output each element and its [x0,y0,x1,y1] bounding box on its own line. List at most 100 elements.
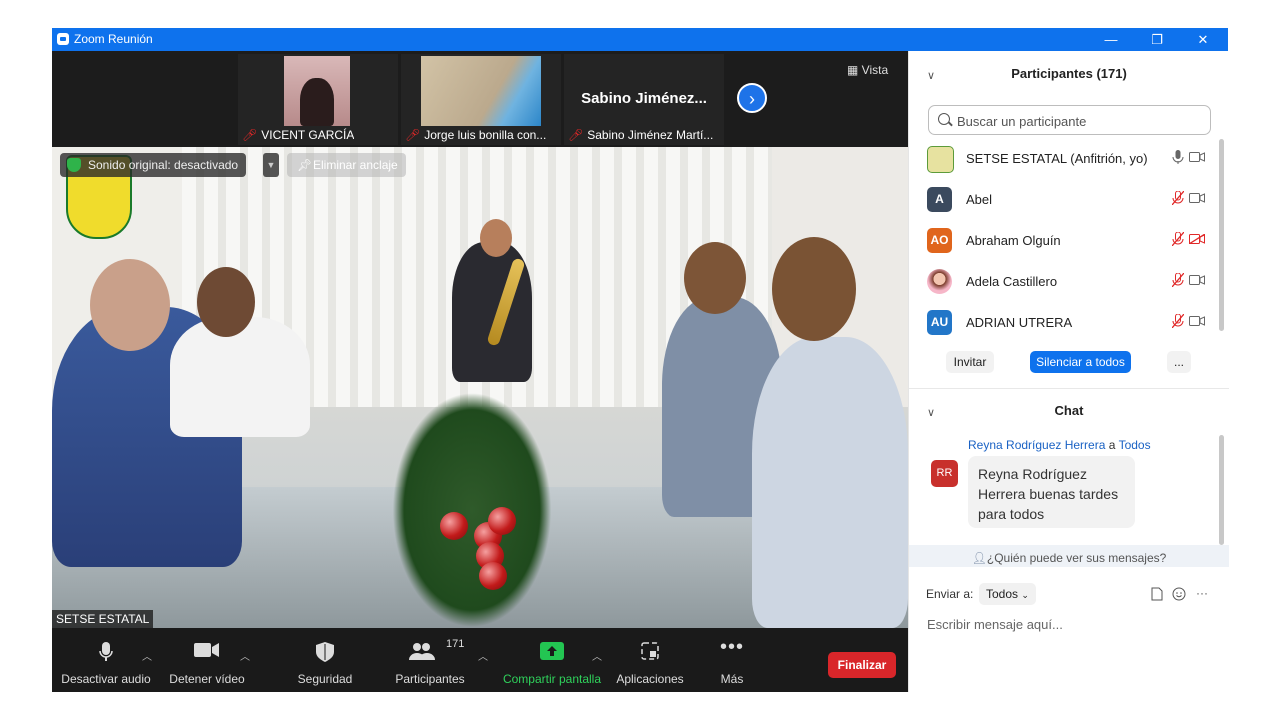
participants-more-button[interactable]: ... [1167,351,1191,373]
mute-audio-button[interactable]: Desactivar audio [60,628,152,692]
participant-search[interactable] [928,105,1211,135]
close-button[interactable]: ✕ [1180,28,1226,51]
end-meeting-button[interactable]: Finalizar [828,652,896,678]
share-screen-button[interactable]: Compartir pantalla [500,628,604,692]
share-screen-icon [540,642,564,660]
avatar [927,269,952,294]
avatar: AU [927,310,952,335]
invite-button[interactable]: Invitar [946,351,994,373]
chevron-down-icon: ▼ [266,160,276,170]
sound-options-dropdown[interactable]: ▼ [263,153,279,177]
who-can-see-link[interactable]: 👤︎¿Quién puede ver sus mensajes? [909,551,1229,565]
thumb-video-image [284,56,350,126]
mute-all-button[interactable]: Silenciar a todos [1030,351,1131,373]
video-thumb[interactable]: Sabino Jiménez... 🎤︎ Sabino Jiménez Martí… [564,54,724,145]
participant-row[interactable]: SETSE ESTATAL (Anfitrión, yo) [927,144,1217,174]
mic-muted-icon: 🎤︎ [568,128,584,142]
shield-icon [316,642,334,662]
thumb-name: Jorge luis bonilla con... [424,128,547,142]
original-sound-toggle[interactable]: Sonido original: desactivado [60,153,247,177]
search-icon [938,113,950,125]
chat-message: Reyna Rodríguez Herrera buenas tardes pa… [968,456,1135,528]
video-off-icon[interactable] [1189,234,1205,244]
apps-icon [641,642,659,660]
thumb-name: Sabino Jiménez Martí... [587,128,714,142]
avatar [927,146,954,173]
view-button[interactable]: ▦ Vista [847,63,888,77]
mic-muted-icon: 🎤︎ [405,128,421,142]
mic-muted-icon[interactable] [1172,273,1184,287]
participant-row[interactable]: A Abel [927,185,1217,215]
participant-search-input[interactable] [955,111,1199,131]
window-title-bar: Zoom Reunión — ❐ ✕ [52,28,1228,51]
minimize-button[interactable]: — [1088,28,1134,51]
video-thumb[interactable]: 🎤︎ Jorge luis bonilla con... [401,54,561,145]
mic-muted-icon: 🎤︎ [242,128,258,142]
send-to-label: Enviar a: [926,587,974,601]
video-camera-icon[interactable] [1189,193,1205,203]
person-right-front [752,337,908,628]
thumb-display-name: Sabino Jiménez... [581,90,707,107]
mic-muted-icon[interactable] [1172,232,1184,246]
person-lock-icon: 👤︎ [971,551,987,565]
remove-pin-button[interactable]: 📌︎ Eliminar anclaje [287,153,406,177]
participant-row[interactable]: AO Abraham Olguín [927,226,1217,256]
meeting-toolbar: Desactivar audio ︿ Detener vídeo ︿ Segur… [52,628,908,692]
emoji-icon[interactable] [1172,587,1186,601]
video-thumb[interactable]: 🎤︎ VICENT GARCÍA [238,54,398,145]
chat-title: Chat [1054,403,1084,418]
more-dots-icon: ••• [719,636,745,658]
chat-sender[interactable]: Reyna Rodríguez Herrera [968,438,1105,452]
mic-muted-icon[interactable] [1172,191,1184,205]
participants-scrollbar[interactable] [1219,139,1224,331]
christmas-garland [392,392,552,628]
video-camera-icon[interactable] [1189,275,1205,285]
participants-icon [409,643,435,660]
thumb-name: VICENT GARCÍA [261,128,355,142]
pin-icon: 📌︎ [297,158,313,172]
audio-options-caret[interactable]: ︿ [142,648,152,663]
avatar: AO [927,228,952,253]
participant-row[interactable]: Adela Castillero [927,267,1217,297]
security-button[interactable]: Seguridad [284,628,366,692]
video-camera-icon [194,643,219,657]
participants-options-caret[interactable]: ︿ [478,648,488,663]
person-left-back [170,317,310,437]
restore-button[interactable]: ❐ [1134,28,1180,51]
participant-row[interactable]: AU ADRIAN UTRERA [927,308,1217,338]
participants-title: Participantes (171) [1011,66,1127,81]
chat-recipient[interactable]: Todos [1119,438,1151,452]
more-button[interactable]: ••• Más [704,628,760,692]
file-icon[interactable] [1151,587,1163,601]
participants-button[interactable]: 171 Participantes [388,628,472,692]
send-to-dropdown[interactable]: Todos ⌄ [979,583,1036,605]
microphone-icon[interactable] [1172,150,1184,164]
person-silhouette [300,78,334,126]
divider [909,388,1229,389]
zoom-logo-icon [57,33,69,45]
main-video: Sonido original: desactivado ▼ 📌︎ Elimina… [52,147,908,628]
stop-video-button[interactable]: Detener vídeo [164,628,250,692]
apps-button[interactable]: Aplicaciones [612,628,688,692]
chat-message-header: Reyna Rodríguez Herrera a Todos [968,438,1151,452]
chat-more-icon[interactable]: ··· [1196,586,1208,600]
avatar: A [927,187,952,212]
grid-icon: ▦ [847,63,862,77]
shield-check-icon [67,158,81,172]
meeting-area: 🎤︎ VICENT GARCÍA 🎤︎ Jorge luis bonilla con… [52,51,908,692]
thumb-video-image [421,56,541,126]
chat-scrollbar[interactable] [1219,435,1224,545]
next-page-button[interactable]: › [737,83,767,113]
chat-message-input[interactable] [925,613,1219,635]
avatar: RR [931,460,958,487]
video-options-caret[interactable]: ︿ [240,648,250,663]
video-camera-icon[interactable] [1189,152,1205,162]
participants-count: 171 [446,638,465,650]
speaker-name: SETSE ESTATAL [52,610,154,628]
video-camera-icon[interactable] [1189,316,1205,326]
chevron-down-icon: ⌄ [1021,590,1029,600]
share-options-caret[interactable]: ︿ [592,648,602,663]
microphone-icon [99,642,113,661]
mic-muted-icon[interactable] [1172,314,1184,328]
window-title: Zoom Reunión [74,32,153,46]
